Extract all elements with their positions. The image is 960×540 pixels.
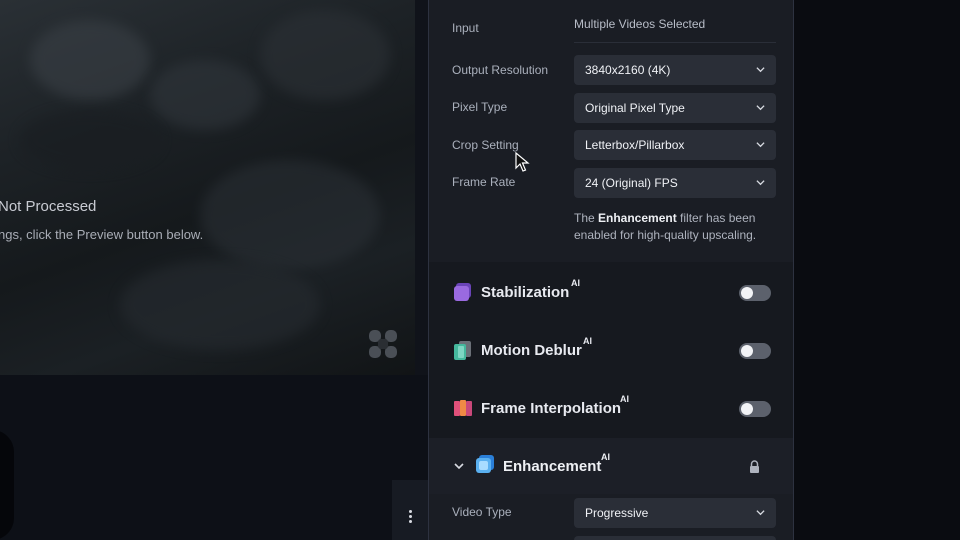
frame-interpolation-label: Frame Interpolation bbox=[481, 400, 622, 417]
frame-interpolation-icon bbox=[454, 400, 472, 416]
stabilization-label: Stabilization bbox=[481, 284, 570, 301]
frame-interpolation-ai-badge: AI bbox=[620, 394, 629, 404]
crop-setting-select[interactable]: Letterbox/Pillarbox bbox=[574, 130, 776, 160]
pixel-type-value: Original Pixel Type bbox=[585, 101, 685, 115]
motion-deblur-label: Motion Deblur bbox=[481, 342, 582, 359]
motion-deblur-ai-badge: AI bbox=[583, 336, 592, 346]
right-background bbox=[794, 0, 960, 540]
lock-icon bbox=[750, 460, 759, 473]
motion-deblur-toggle[interactable] bbox=[739, 343, 771, 359]
app-window: Not Processed ngs, click the Preview but… bbox=[0, 0, 960, 540]
chevron-down-icon bbox=[756, 142, 765, 148]
video-type-select[interactable]: Progressive bbox=[574, 498, 776, 528]
chevron-down-icon bbox=[756, 180, 765, 186]
output-resolution-select[interactable]: 3840x2160 (4K) bbox=[574, 55, 776, 85]
stabilization-toggle[interactable] bbox=[739, 285, 771, 301]
pixel-type-select[interactable]: Original Pixel Type bbox=[574, 93, 776, 123]
preview-status-title: Not Processed bbox=[0, 198, 97, 215]
toggle-knob bbox=[741, 403, 753, 415]
crop-setting-value: Letterbox/Pillarbox bbox=[585, 138, 685, 152]
frame-interpolation-toggle[interactable] bbox=[739, 401, 771, 417]
enhancement-note: The Enhancement filter has been enabled … bbox=[574, 210, 779, 244]
note-bold: Enhancement bbox=[598, 211, 677, 225]
output-resolution-label: Output Resolution bbox=[452, 63, 549, 77]
enhancement-settings: Video Type Progressive bbox=[429, 494, 793, 540]
video-type-value: Progressive bbox=[585, 506, 649, 520]
stabilization-ai-badge: AI bbox=[571, 278, 580, 288]
enhancement-icon bbox=[476, 455, 494, 473]
timeline-area bbox=[0, 375, 428, 540]
enhancement-ai-badge: AI bbox=[601, 452, 610, 462]
enhancement-label: Enhancement bbox=[503, 458, 602, 475]
stabilization-icon bbox=[454, 283, 471, 301]
motion-deblur-row[interactable]: Motion Deblur AI bbox=[429, 322, 793, 378]
note-prefix: The bbox=[574, 211, 599, 225]
frame-interpolation-row[interactable]: Frame Interpolation AI bbox=[429, 380, 793, 436]
video-preview[interactable]: Not Processed ngs, click the Preview but… bbox=[0, 0, 415, 375]
app-logo-icon bbox=[369, 330, 397, 358]
input-label: Input bbox=[452, 21, 479, 35]
input-value: Multiple Videos Selected bbox=[574, 17, 706, 31]
toggle-knob bbox=[741, 345, 753, 357]
divider bbox=[574, 42, 776, 43]
more-options-button[interactable] bbox=[392, 480, 428, 540]
preview-side-strip bbox=[415, 0, 428, 375]
preview-status-hint: ngs, click the Preview button below. bbox=[0, 227, 204, 242]
frame-rate-value: 24 (Original) FPS bbox=[585, 176, 678, 190]
chevron-down-icon bbox=[756, 105, 765, 111]
stabilization-row[interactable]: Stabilization AI bbox=[429, 264, 793, 320]
chevron-down-icon bbox=[756, 67, 765, 73]
frame-rate-select[interactable]: 24 (Original) FPS bbox=[574, 168, 776, 198]
motion-deblur-icon bbox=[454, 341, 471, 360]
enhancement-header[interactable]: Enhancement AI bbox=[429, 438, 793, 494]
chevron-down-icon bbox=[756, 510, 765, 516]
settings-panel: Input Multiple Videos Selected Output Re… bbox=[428, 0, 794, 540]
video-type-label: Video Type bbox=[452, 505, 512, 519]
avatar[interactable] bbox=[0, 430, 14, 540]
frame-rate-label: Frame Rate bbox=[452, 175, 516, 189]
output-settings-section: Input Multiple Videos Selected Output Re… bbox=[429, 0, 793, 262]
next-select-edge bbox=[574, 536, 776, 540]
pixel-type-label: Pixel Type bbox=[452, 100, 508, 114]
chevron-down-icon[interactable] bbox=[453, 460, 465, 472]
mouse-cursor-icon bbox=[515, 152, 530, 172]
kebab-menu-icon bbox=[408, 510, 412, 540]
output-resolution-value: 3840x2160 (4K) bbox=[585, 63, 671, 77]
toggle-knob bbox=[741, 287, 753, 299]
crop-setting-label: Crop Setting bbox=[452, 138, 519, 152]
